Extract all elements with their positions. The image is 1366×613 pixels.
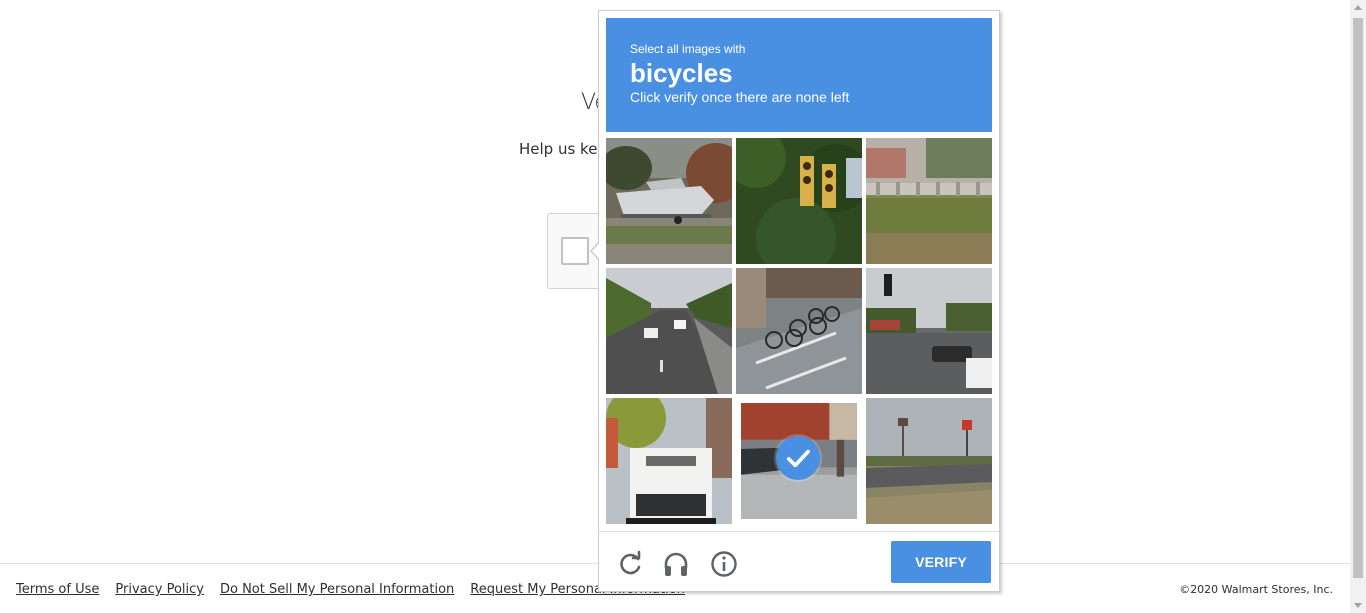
do-not-sell-link[interactable]: Do Not Sell My Personal Information — [220, 582, 454, 597]
image-tile[interactable] — [866, 398, 992, 524]
tile-image — [866, 268, 992, 394]
challenge-instruction: Click verify once there are none left — [630, 89, 850, 105]
tile-image — [866, 138, 992, 264]
headphones-icon[interactable] — [662, 550, 690, 578]
image-tile[interactable] — [736, 398, 862, 524]
challenge-footer-divider — [599, 531, 999, 532]
privacy-policy-link[interactable]: Privacy Policy — [115, 582, 204, 597]
scroll-thumb[interactable] — [1353, 18, 1363, 578]
tile-image — [736, 138, 862, 264]
scrollbar[interactable] — [1350, 0, 1366, 613]
copyright: ©2020 Walmart Stores, Inc. — [1179, 583, 1333, 596]
terms-of-use-link[interactable]: Terms of Use — [16, 582, 99, 597]
tile-image — [736, 268, 862, 394]
captcha-challenge-popup: Select all images with bicycles Click ve… — [598, 10, 1000, 592]
challenge-header: Select all images with bicycles Click ve… — [606, 18, 992, 132]
image-tile[interactable] — [606, 138, 732, 264]
check-icon — [776, 436, 820, 480]
image-tile[interactable] — [866, 268, 992, 394]
image-tile[interactable] — [606, 268, 732, 394]
footer-links: Terms of Use Privacy Policy Do Not Sell … — [16, 582, 685, 597]
image-tile[interactable] — [606, 398, 732, 524]
image-tile-grid — [606, 138, 992, 524]
recaptcha-checkbox[interactable] — [561, 237, 589, 265]
image-tile[interactable] — [866, 138, 992, 264]
popup-pointer-inner — [592, 241, 601, 261]
challenge-prompt: Select all images with — [630, 42, 746, 56]
tile-image — [606, 138, 732, 264]
tile-image — [866, 398, 992, 524]
scroll-up-arrow-icon[interactable] — [1354, 5, 1362, 10]
image-tile[interactable] — [736, 268, 862, 394]
image-tile[interactable] — [736, 138, 862, 264]
challenge-keyword: bicycles — [630, 58, 733, 88]
scroll-down-arrow-icon[interactable] — [1354, 603, 1362, 608]
reload-icon[interactable] — [616, 550, 644, 578]
tile-image — [606, 268, 732, 394]
info-icon[interactable] — [710, 550, 738, 578]
tile-image — [606, 398, 732, 524]
verify-button[interactable]: VERIFY — [891, 541, 991, 583]
page-subtitle: Help us kee — [519, 140, 607, 158]
